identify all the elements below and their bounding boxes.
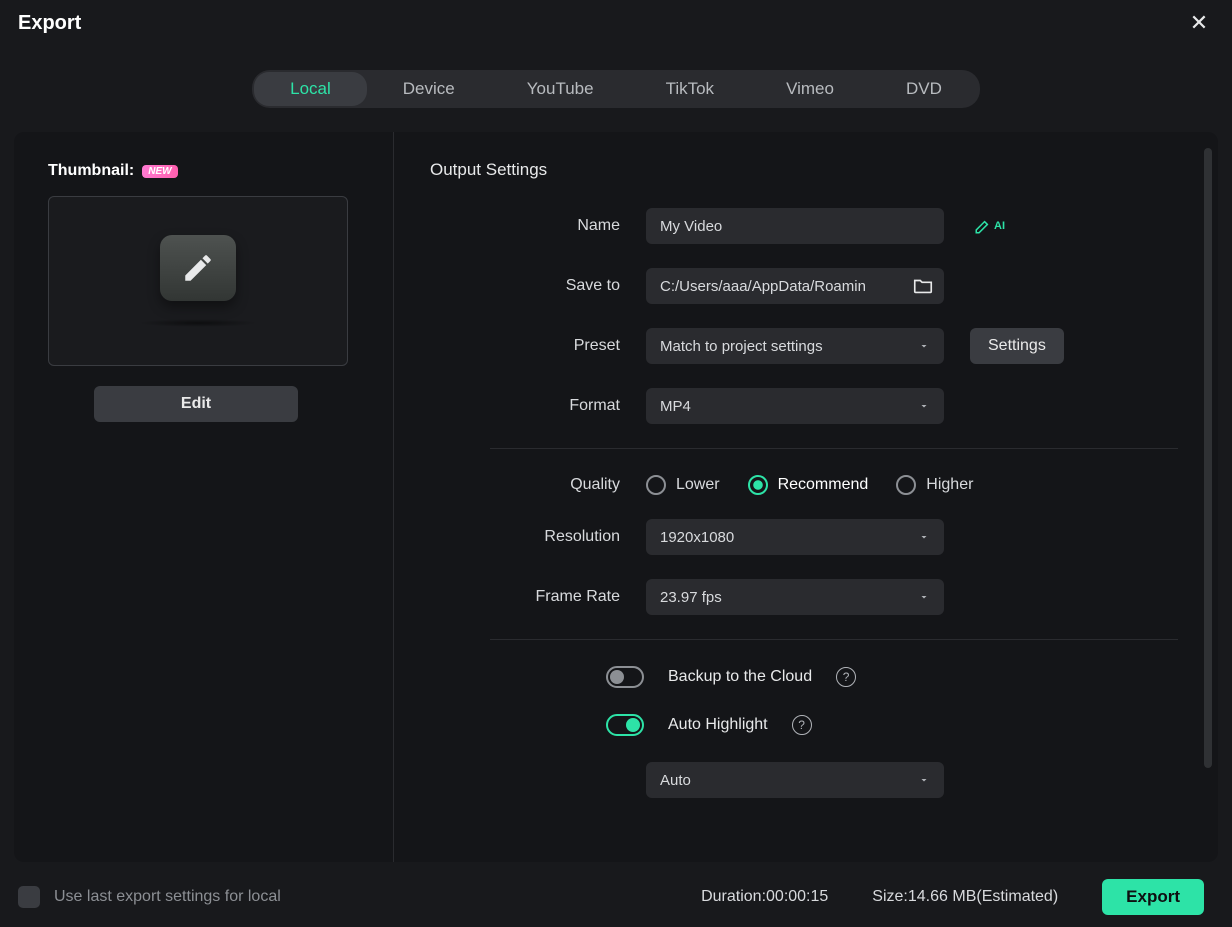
tab-vimeo[interactable]: Vimeo: [750, 72, 870, 106]
close-icon[interactable]: ✕: [1184, 10, 1214, 36]
format-label: Format: [430, 397, 646, 415]
preset-label: Preset: [430, 337, 646, 355]
chevron-down-icon: [918, 591, 930, 603]
quality-lower-radio[interactable]: Lower: [646, 475, 720, 495]
preset-value: Match to project settings: [660, 338, 823, 355]
tab-youtube[interactable]: YouTube: [491, 72, 630, 106]
help-icon[interactable]: ?: [792, 715, 812, 735]
auto-highlight-mode-value: Auto: [660, 772, 691, 789]
window-title: Export: [18, 12, 81, 35]
resolution-value: 1920x1080: [660, 529, 734, 546]
export-button[interactable]: Export: [1102, 879, 1204, 915]
chevron-down-icon: [918, 340, 930, 352]
format-select[interactable]: MP4: [646, 388, 944, 424]
framerate-label: Frame Rate: [430, 588, 646, 606]
use-last-settings-label: Use last export settings for local: [54, 888, 281, 906]
tab-local[interactable]: Local: [254, 72, 367, 106]
preset-settings-button[interactable]: Settings: [970, 328, 1064, 364]
name-label: Name: [430, 217, 646, 235]
edit-thumbnail-button[interactable]: Edit: [94, 386, 298, 422]
export-tabs: Local Device YouTube TikTok Vimeo DVD: [252, 70, 980, 108]
quality-higher-radio[interactable]: Higher: [896, 475, 973, 495]
output-settings-title: Output Settings: [430, 160, 1178, 180]
tab-dvd[interactable]: DVD: [870, 72, 978, 106]
folder-icon[interactable]: [912, 275, 934, 297]
quality-label: Quality: [430, 476, 646, 494]
framerate-value: 23.97 fps: [660, 589, 722, 606]
resolution-select[interactable]: 1920x1080: [646, 519, 944, 555]
auto-highlight-toggle[interactable]: [606, 714, 644, 736]
preset-select[interactable]: Match to project settings: [646, 328, 944, 364]
quality-recommend-radio[interactable]: Recommend: [748, 475, 869, 495]
divider: [490, 639, 1178, 640]
format-value: MP4: [660, 398, 691, 415]
divider: [490, 448, 1178, 449]
edit-thumbnail-icon: [160, 235, 236, 301]
use-last-settings-checkbox[interactable]: [18, 886, 40, 908]
ai-name-button[interactable]: AI: [974, 217, 1005, 235]
thumbnail-preview[interactable]: [48, 196, 348, 366]
resolution-label: Resolution: [430, 528, 646, 546]
name-input[interactable]: [646, 208, 944, 244]
saveto-value: C:/Users/aaa/AppData/Roamin: [660, 278, 912, 295]
auto-highlight-label: Auto Highlight: [668, 716, 768, 734]
chevron-down-icon: [918, 531, 930, 543]
auto-highlight-mode-select[interactable]: Auto: [646, 762, 944, 798]
framerate-select[interactable]: 23.97 fps: [646, 579, 944, 615]
thumbnail-label: Thumbnail:: [48, 162, 134, 180]
chevron-down-icon: [918, 774, 930, 786]
tab-tiktok[interactable]: TikTok: [630, 72, 751, 106]
duration-info: Duration:00:00:15: [701, 888, 828, 906]
ai-label: AI: [994, 220, 1005, 232]
backup-cloud-toggle[interactable]: [606, 666, 644, 688]
chevron-down-icon: [918, 400, 930, 412]
tab-device[interactable]: Device: [367, 72, 491, 106]
size-info: Size:14.66 MB(Estimated): [872, 888, 1058, 906]
new-badge: NEW: [142, 165, 177, 178]
help-icon[interactable]: ?: [836, 667, 856, 687]
saveto-field[interactable]: C:/Users/aaa/AppData/Roamin: [646, 268, 944, 304]
scrollbar[interactable]: [1204, 148, 1212, 768]
backup-cloud-label: Backup to the Cloud: [668, 668, 812, 686]
saveto-label: Save to: [430, 277, 646, 295]
